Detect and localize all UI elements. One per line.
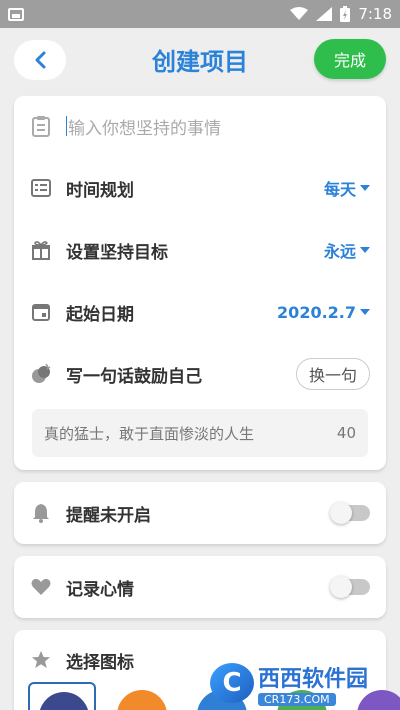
motto-row: 写一句话鼓励自己 换一句 <box>14 354 386 394</box>
watermark-text: 西西软件园 CR173.COM <box>258 661 368 706</box>
status-time: 7:18 <box>358 5 392 23</box>
project-form-card: 输入你想坚持的事情 时间规划 每天 设置坚持目标 永远 起始日期 2020.2.… <box>14 96 386 470</box>
schedule-row[interactable]: 时间规划 每天 <box>14 168 386 208</box>
goal-row[interactable]: 设置坚持目标 永远 <box>14 230 386 270</box>
icon-option-image <box>39 692 89 710</box>
clipboard-icon <box>30 115 52 137</box>
goal-dropdown[interactable]: 永远 <box>324 238 370 262</box>
cheer-hands-icon <box>30 363 52 385</box>
status-bar: 7:18 <box>0 0 400 28</box>
motto-input[interactable]: 真的猛士，敢于直面惨淡的人生 40 <box>32 409 368 457</box>
motto-label: 写一句话鼓励自己 <box>66 366 202 387</box>
name-input[interactable]: 输入你想坚持的事情 <box>68 114 221 139</box>
motto-char-count: 40 <box>336 424 356 442</box>
reminder-card: 提醒未开启 <box>14 482 386 544</box>
mood-row: 记录心情 <box>14 567 386 607</box>
reminder-toggle[interactable] <box>330 502 370 524</box>
mood-card: 记录心情 <box>14 556 386 618</box>
text-cursor <box>66 116 67 136</box>
reminder-row: 提醒未开启 <box>14 493 386 533</box>
calendar-list-icon <box>30 177 52 199</box>
signal-icon <box>316 7 333 21</box>
calendar-icon <box>30 301 52 323</box>
caret-down-icon <box>360 185 370 191</box>
goal-label: 设置坚持目标 <box>66 242 168 263</box>
icon-option[interactable] <box>108 682 176 710</box>
toggle-knob <box>330 502 352 524</box>
heart-icon <box>30 576 52 598</box>
battery-charging-icon <box>340 6 351 22</box>
schedule-dropdown[interactable]: 每天 <box>324 176 370 200</box>
header: 创建项目 完成 <box>0 28 400 92</box>
goal-value: 永远 <box>323 242 356 261</box>
icon-option-image <box>117 690 167 710</box>
start-date-label: 起始日期 <box>66 304 134 325</box>
reminder-label: 提醒未开启 <box>66 505 151 526</box>
start-date-dropdown[interactable]: 2020.2.7 <box>277 303 370 322</box>
name-input-row[interactable]: 输入你想坚持的事情 <box>14 106 386 146</box>
watermark-brand: 西西软件园 <box>258 666 369 692</box>
watermark-logo: C 西西软件园 CR173.COM <box>210 660 394 706</box>
mood-toggle[interactable] <box>330 576 370 598</box>
watermark-site: CR173.COM <box>258 692 336 706</box>
status-bar-right: 7:18 <box>290 5 392 23</box>
toggle-knob <box>330 576 352 598</box>
gallery-notification-icon <box>8 7 24 21</box>
done-button[interactable]: 完成 <box>314 39 386 79</box>
gift-icon <box>30 239 52 261</box>
icon-option[interactable] <box>28 682 96 710</box>
watermark-c-logo-icon: C <box>210 663 254 703</box>
schedule-label: 时间规划 <box>66 180 134 201</box>
start-date-row[interactable]: 起始日期 2020.2.7 <box>14 292 386 332</box>
motto-text: 真的猛士，敢于直面惨淡的人生 <box>44 424 255 443</box>
mood-label: 记录心情 <box>66 579 134 600</box>
icon-picker-label: 选择图标 <box>66 652 134 673</box>
star-icon <box>30 649 52 671</box>
schedule-value: 每天 <box>323 180 356 199</box>
caret-down-icon <box>360 309 370 315</box>
wifi-icon <box>290 7 309 20</box>
swap-motto-button[interactable]: 换一句 <box>295 358 370 390</box>
caret-down-icon <box>360 247 370 253</box>
start-date-value: 2020.2.7 <box>277 302 356 322</box>
bell-icon <box>30 502 52 524</box>
